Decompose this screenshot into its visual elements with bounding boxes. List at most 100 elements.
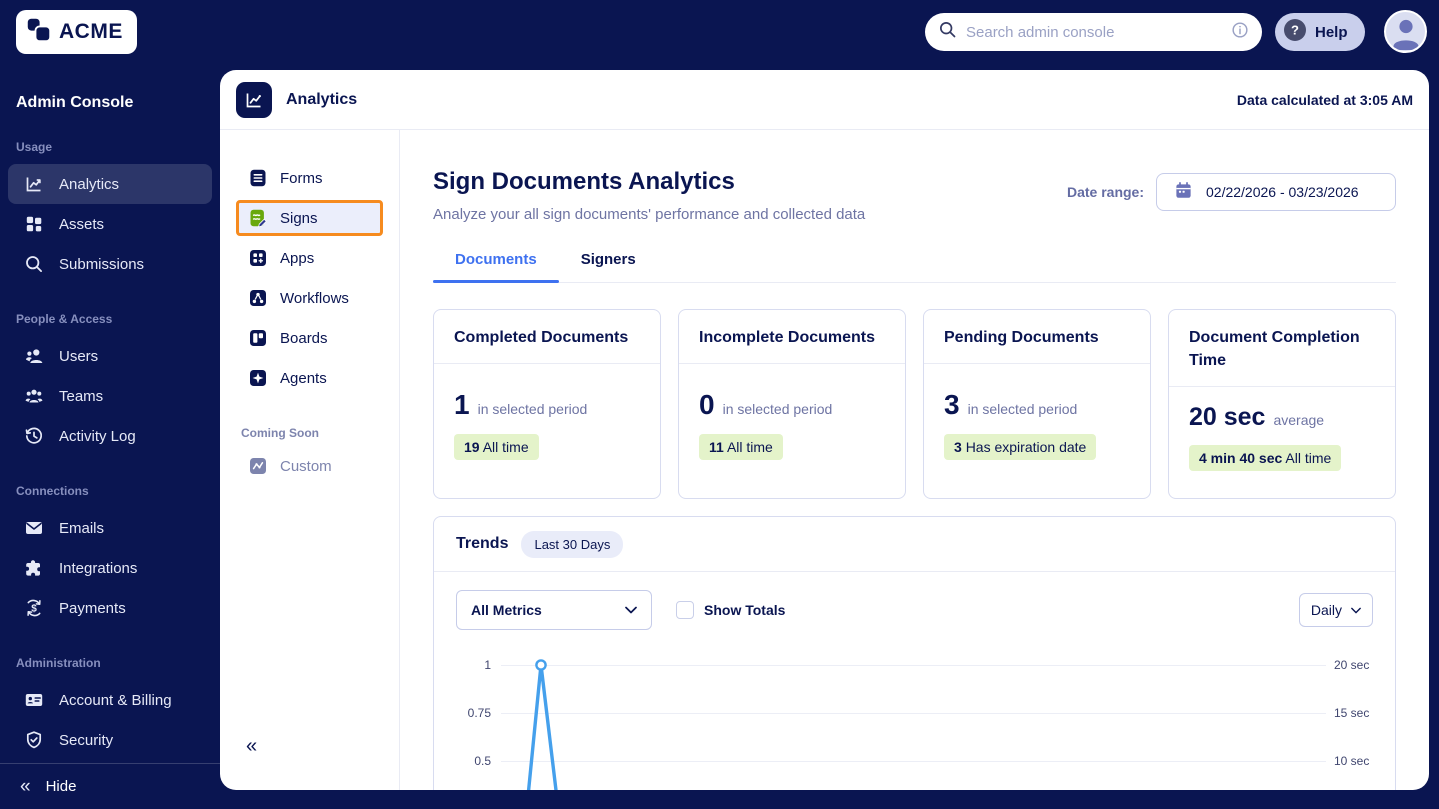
product-nav: Forms Signs Apps Workflows Boards Agents… — [220, 130, 400, 790]
sidebar-item-analytics[interactable]: Analytics — [8, 164, 212, 204]
signs-icon — [250, 209, 267, 228]
metrics-select-value: All Metrics — [471, 602, 542, 618]
sidebar-item-payments[interactable]: $ Payments — [8, 588, 212, 628]
acme-logo-icon — [26, 17, 52, 48]
security-shield-icon — [26, 731, 42, 749]
sidebar-item-integrations[interactable]: Integrations — [8, 548, 212, 588]
acme-logo[interactable]: ACME — [16, 10, 137, 54]
sidebar-item-label: Activity Log — [59, 427, 136, 445]
teams-icon — [25, 389, 43, 403]
account-billing-icon — [25, 694, 43, 706]
card-completion-time: Document Completion Time 20 sec average … — [1168, 309, 1396, 499]
users-icon — [26, 349, 43, 363]
product-nav-apps[interactable]: Apps — [236, 240, 383, 276]
date-range-label: Date range: — [1066, 184, 1144, 200]
svg-text:$: $ — [31, 604, 37, 615]
svg-text:?: ? — [1291, 22, 1299, 37]
section-label-administration: Administration — [16, 656, 101, 670]
tab-signers[interactable]: Signers — [559, 251, 658, 282]
info-icon[interactable] — [1231, 21, 1249, 44]
product-nav-label: Apps — [280, 249, 315, 267]
collapse-icon: « — [20, 776, 31, 797]
sidebar-item-activity-log[interactable]: Activity Log — [8, 416, 212, 456]
trends-card: Trends Last 30 Days All Metrics Show Tot… — [433, 516, 1396, 790]
section-label-usage: Usage — [16, 140, 53, 154]
coming-soon-label: Coming Soon — [241, 426, 319, 440]
panel-title: Analytics — [286, 90, 358, 108]
interval-select[interactable]: Daily — [1298, 593, 1373, 627]
main-panel: Analytics Data calculated at 3:05 AM For… — [220, 70, 1429, 790]
forms-icon — [250, 169, 266, 187]
sidebar-item-label: Users — [59, 347, 99, 365]
product-nav-collapse-icon[interactable]: « — [246, 735, 257, 758]
product-nav-label: Workflows — [280, 289, 349, 307]
product-nav-label: Signs — [280, 209, 318, 227]
sidebar-item-label: Integrations — [59, 559, 138, 577]
interval-select-value: Daily — [1310, 602, 1342, 618]
card-incomplete-documents: Incomplete Documents 0 in selected perio… — [678, 309, 906, 499]
analytics-header-icon — [236, 81, 272, 118]
sidebar-item-assets[interactable]: Assets — [8, 204, 212, 244]
tab-documents[interactable]: Documents — [433, 251, 559, 283]
sidebar-item-label: Payments — [59, 599, 126, 617]
integrations-puzzle-icon — [26, 560, 40, 576]
product-nav-signs[interactable]: Signs — [236, 200, 383, 236]
last-30-days-badge: Last 30 Days — [521, 530, 624, 558]
activity-log-icon — [25, 427, 43, 444]
agents-icon — [250, 370, 266, 386]
card-title: Completed Documents — [434, 310, 660, 365]
question-icon: ? — [1283, 18, 1307, 47]
sidebar-item-account-billing[interactable]: Account & Billing — [8, 680, 212, 720]
sidebar-item-users[interactable]: Users — [8, 336, 212, 376]
show-totals-label: Show Totals — [704, 602, 786, 618]
metrics-select[interactable]: All Metrics — [456, 590, 652, 630]
sidebar-item-label: Account & Billing — [59, 691, 172, 709]
all-time-badge: 11 All time — [699, 434, 783, 461]
product-nav-workflows[interactable]: Workflows — [236, 280, 383, 316]
sidebar-hide-button[interactable]: « Hide — [0, 763, 220, 809]
sidebar-item-emails[interactable]: Emails — [8, 508, 212, 548]
product-nav-custom[interactable]: Custom — [236, 448, 383, 484]
date-range-button[interactable]: 02/22/2026 - 03/23/2026 — [1156, 173, 1396, 211]
product-nav-label: Custom — [280, 457, 332, 475]
workflows-icon — [250, 290, 266, 306]
sidebar-item-label: Security — [59, 731, 114, 749]
show-totals-toggle[interactable]: Show Totals — [676, 601, 785, 619]
product-nav-agents[interactable]: Agents — [236, 360, 383, 396]
hide-label: Hide — [45, 778, 77, 795]
analytics-content: Sign Documents Analytics Analyze your al… — [400, 130, 1429, 790]
sidebar-item-teams[interactable]: Teams — [8, 376, 212, 416]
documents-signers-tabs: Documents Signers — [433, 251, 1396, 283]
sidebar-item-security[interactable]: Security — [8, 720, 212, 760]
chevron-down-icon — [1351, 607, 1361, 613]
card-value-suffix: in selected period — [477, 401, 588, 418]
show-totals-checkbox[interactable] — [676, 601, 694, 619]
submissions-search-icon — [26, 256, 42, 272]
expiration-badge: 3 Has expiration date — [944, 434, 1097, 461]
sidebar-item-label: Emails — [59, 519, 105, 537]
sidebar-item-label: Teams — [59, 387, 104, 405]
admin-search[interactable] — [925, 13, 1262, 51]
card-value-suffix: in selected period — [967, 401, 1078, 418]
data-point-marker — [535, 659, 547, 671]
sidebar-item-submissions[interactable]: Submissions — [8, 244, 212, 284]
custom-icon — [250, 458, 266, 474]
user-avatar[interactable] — [1384, 10, 1427, 53]
page-subtitle: Analyze your all sign documents' perform… — [433, 206, 866, 223]
help-button[interactable]: ? Help — [1275, 13, 1365, 51]
product-nav-forms[interactable]: Forms — [236, 160, 383, 196]
payments-icon: $ — [27, 599, 41, 617]
assets-icon — [26, 216, 42, 232]
card-completed-documents: Completed Documents 1 in selected period… — [433, 309, 661, 499]
boards-icon — [250, 330, 266, 346]
calendar-icon — [1174, 181, 1193, 203]
sidebar-item-label: Assets — [59, 215, 105, 233]
all-time-badge: 4 min 40 sec All time — [1189, 445, 1342, 472]
data-calculated-status: Data calculated at 3:05 AM — [1236, 91, 1413, 108]
sidebar-item-label: Submissions — [59, 255, 145, 273]
trends-chart: 1 0.75 0.5 20 sec 15 sec 10 sec — [434, 630, 1395, 790]
top-bar: ACME ? Help — [0, 0, 1439, 64]
product-nav-boards[interactable]: Boards — [236, 320, 383, 356]
search-input[interactable] — [966, 23, 1222, 41]
card-value: 1 — [454, 389, 470, 421]
